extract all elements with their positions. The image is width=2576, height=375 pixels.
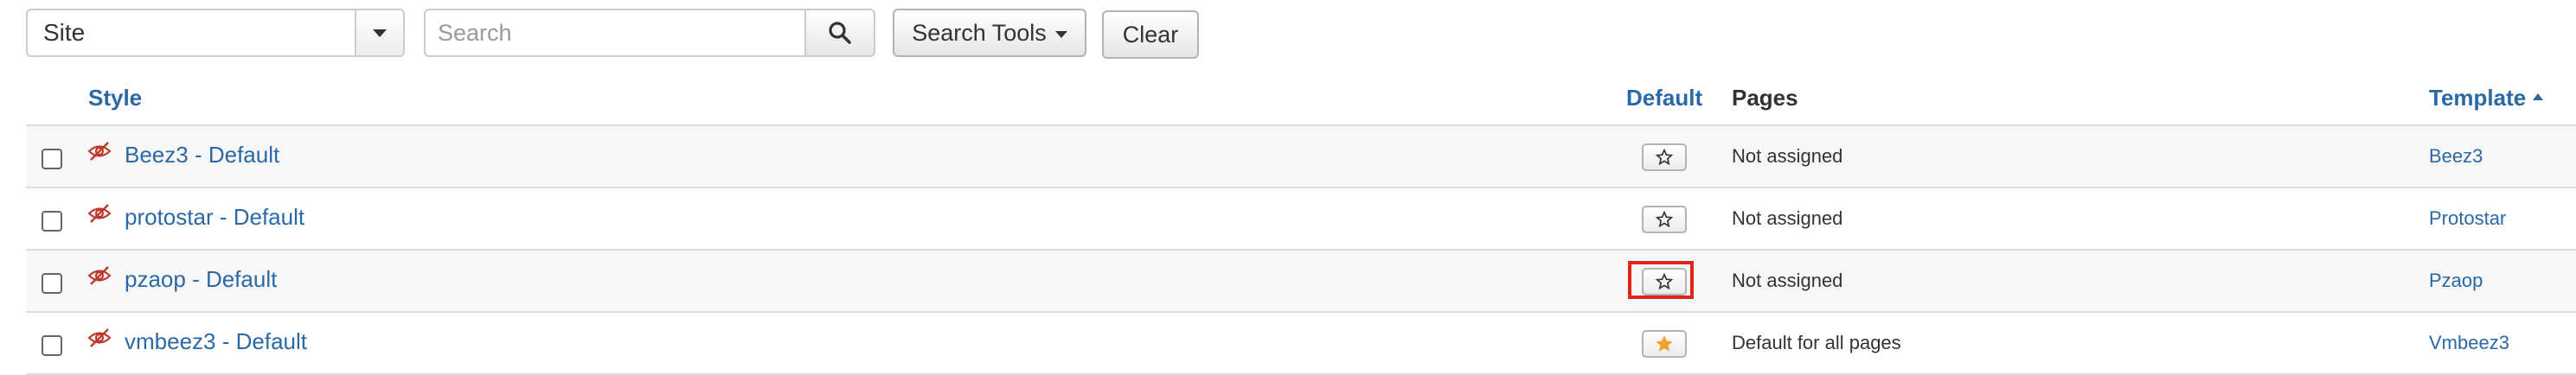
default-style-indicator[interactable] xyxy=(1642,330,1687,358)
chevron-down-icon xyxy=(373,29,387,37)
column-header-default[interactable]: Default xyxy=(1626,85,1702,111)
style-link[interactable]: vmbeez3 - Default xyxy=(125,328,307,355)
table-header: Style Default Pages Template xyxy=(26,74,2576,126)
row-checkbox[interactable] xyxy=(42,149,62,169)
filter-toolbar: Site Search Tools Clear xyxy=(26,9,1199,59)
search-input[interactable] xyxy=(424,9,804,57)
column-header-template-label: Template xyxy=(2429,85,2527,111)
table-row: protostar - Default Not assigned Protost… xyxy=(26,188,2576,251)
star-filled-icon xyxy=(1656,335,1673,352)
column-header-style[interactable]: Style xyxy=(88,85,142,111)
sort-ascending-icon xyxy=(2533,92,2544,100)
eye-slash-icon xyxy=(87,204,112,223)
eye-slash-icon xyxy=(87,328,112,347)
column-header-pages: Pages xyxy=(1732,85,1798,111)
pages-assignment: Not assigned xyxy=(1732,270,1843,291)
style-link[interactable]: protostar - Default xyxy=(125,204,304,231)
eye-slash-icon xyxy=(87,142,112,161)
set-default-button[interactable] xyxy=(1642,206,1687,233)
pages-assignment: Default for all pages xyxy=(1732,332,1901,353)
set-default-button[interactable] xyxy=(1642,268,1687,296)
template-link[interactable]: Vmbeez3 xyxy=(2429,332,2509,354)
client-select[interactable]: Site xyxy=(26,9,405,57)
template-link[interactable]: Protostar xyxy=(2429,207,2506,230)
search-tools-button[interactable]: Search Tools xyxy=(893,9,1086,57)
star-outline-icon xyxy=(1656,149,1673,166)
client-select-toggle[interactable] xyxy=(355,10,403,55)
star-outline-icon xyxy=(1656,273,1673,290)
search-button[interactable] xyxy=(804,9,875,57)
table-row: vmbeez3 - Default Default for all pages … xyxy=(26,313,2576,375)
client-select-value: Site xyxy=(43,19,86,46)
row-checkbox[interactable] xyxy=(42,335,62,356)
table-row: Beez3 - Default Not assigned Beez3 xyxy=(26,126,2576,188)
style-link[interactable]: pzaop - Default xyxy=(125,266,277,293)
row-checkbox[interactable] xyxy=(42,211,62,232)
search-group xyxy=(424,9,875,57)
eye-slash-icon xyxy=(87,266,112,285)
pages-assignment: Not assigned xyxy=(1732,145,1843,167)
row-checkbox[interactable] xyxy=(42,273,62,294)
column-header-template[interactable]: Template xyxy=(2429,85,2544,111)
search-icon xyxy=(829,22,851,44)
template-link[interactable]: Beez3 xyxy=(2429,145,2483,168)
style-link[interactable]: Beez3 - Default xyxy=(125,142,279,168)
set-default-button[interactable] xyxy=(1642,143,1687,171)
table-row: pzaop - Default Not assigned Pzaop xyxy=(26,251,2576,313)
template-link[interactable]: Pzaop xyxy=(2429,270,2483,292)
clear-label: Clear xyxy=(1122,21,1179,48)
pages-assignment: Not assigned xyxy=(1732,207,1843,229)
star-outline-icon xyxy=(1656,211,1673,228)
caret-down-icon xyxy=(1054,30,1067,38)
styles-table: Style Default Pages Template Beez3 - Def… xyxy=(26,74,2576,375)
search-tools-label: Search Tools xyxy=(912,19,1047,46)
clear-button[interactable]: Clear xyxy=(1102,10,1199,59)
